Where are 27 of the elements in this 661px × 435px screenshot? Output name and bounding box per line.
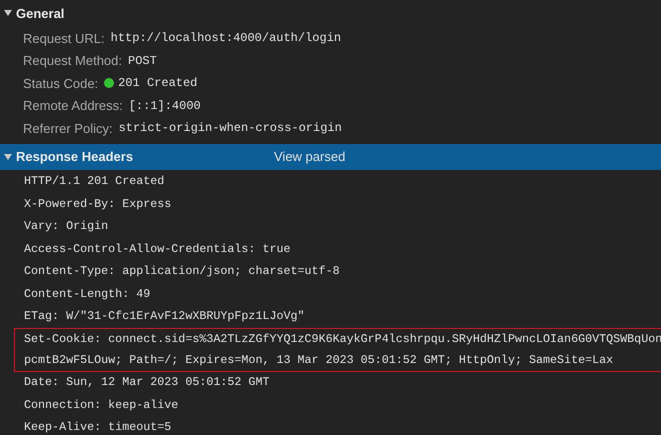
header-line: X-Powered-By: Express [23, 196, 172, 212]
field-value: http://localhost:4000/auth/login [110, 31, 342, 46]
header-line: Date: Sun, 12 Mar 2023 05:01:52 GMT [23, 374, 270, 391]
view-parsed-link[interactable]: View parsed [274, 149, 346, 164]
section-title: General [16, 6, 66, 20]
field-label: Request URL: [23, 30, 105, 46]
field-label: Request Method: [23, 53, 122, 68]
section-header[interactable]: Response Headers View parsed [0, 144, 661, 170]
header-line: Content-Type: application/json; charset=utf-8 [23, 263, 341, 280]
header-line: ETag: W/"31-Cfc1ErAvF12wXBRUYpFpz1LJoVg" [23, 308, 306, 325]
field-value: 201 Created [118, 76, 198, 90]
section-header[interactable]: General [0, 0, 661, 26]
field-label: Remote Address: [23, 98, 123, 114]
header-line: Content-Length: 49 [23, 286, 152, 302]
header-line: Vary: Origin [23, 218, 110, 235]
field-label: Referrer Policy: [23, 120, 113, 136]
expand-triangle-icon [4, 9, 12, 17]
header-line: HTTP/1.1 201 Created [23, 173, 166, 190]
header-line: Connection: keep-alive [23, 396, 180, 414]
header-line: Access-Control-Allow-Credentials: true [23, 240, 292, 258]
field-value: [::1]:4000 [128, 98, 201, 113]
section-title: Response Headers [16, 149, 134, 164]
expand-triangle-icon [4, 152, 12, 160]
header-line: Keep-Alive: timeout=5 [23, 419, 172, 435]
field-label: Status Code: [23, 76, 98, 91]
field-value: POST [128, 54, 157, 68]
field-value: strict-origin-when-cross-origin [118, 121, 342, 136]
